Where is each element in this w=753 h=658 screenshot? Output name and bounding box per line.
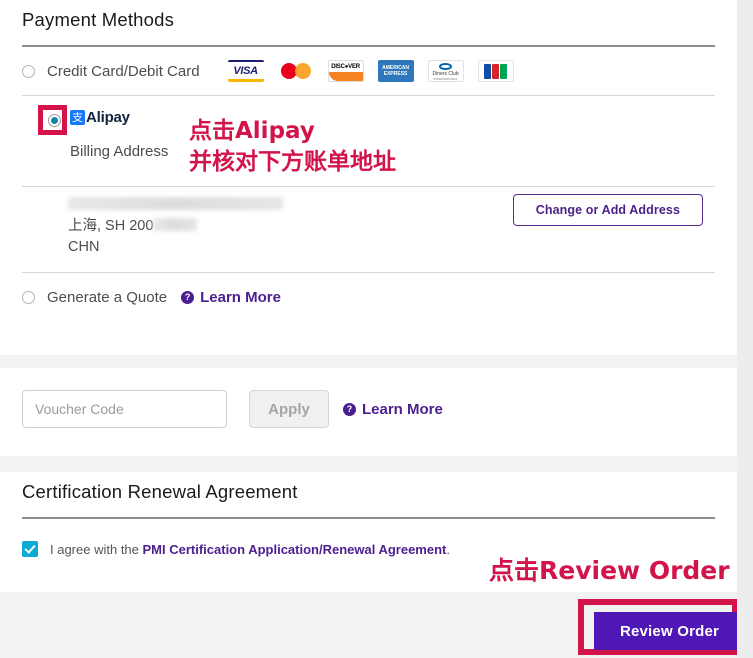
payment-option-generate-quote[interactable]: Generate a Quote ? Learn More: [22, 273, 715, 321]
redacted-name: [68, 197, 283, 210]
diners-club-icon: Diners Club INTERNATIONAL: [427, 60, 464, 82]
voucher-code-input[interactable]: [22, 390, 227, 428]
checkout-page: Payment Methods Credit Card/Debit Card V…: [0, 0, 745, 658]
billing-address-block: 上海, SH 200 CHN Change or Add Address: [22, 187, 715, 272]
mastercard-icon: [277, 60, 314, 82]
radio-generate-quote[interactable]: [22, 290, 35, 304]
page-right-gutter: [737, 0, 753, 658]
learn-more-label: Learn More: [362, 400, 443, 418]
annotation-line-2: 并核对下方账单地址: [189, 149, 396, 175]
learn-more-voucher[interactable]: ? Learn More: [343, 401, 443, 418]
help-icon: ?: [343, 402, 356, 416]
learn-more-label: Learn More: [200, 288, 281, 306]
apply-button[interactable]: Apply: [249, 390, 329, 428]
jcb-icon: [477, 60, 514, 82]
page-title: Payment Methods: [22, 9, 175, 30]
radio-credit-card[interactable]: [22, 64, 35, 78]
billing-address-label: Billing Address: [70, 143, 169, 160]
generate-quote-label: Generate a Quote: [47, 288, 168, 306]
redacted-postcode: [153, 218, 198, 231]
annotation-line-1: 点击Alipay: [189, 118, 315, 144]
annotation-click-review-order: 点击Review Order: [489, 556, 730, 585]
voucher-panel: Apply ? Learn More: [0, 368, 737, 456]
radio-alipay[interactable]: [48, 114, 61, 127]
amex-icon: AMERICAN EXPRESS: [377, 60, 414, 82]
payment-option-credit-card[interactable]: Credit Card/Debit Card VISA DISC●VER AME…: [22, 47, 715, 95]
change-or-add-address-button[interactable]: Change or Add Address: [512, 194, 703, 226]
alipay-mark-icon: 支: [70, 110, 85, 125]
visa-icon: VISA: [227, 60, 264, 82]
alipay-label: Alipay: [86, 109, 130, 126]
credit-card-label: Credit Card/Debit Card: [47, 62, 200, 80]
address-text: 上海, SH 200 CHN: [68, 195, 283, 258]
agreement-title: Certification Renewal Agreement: [22, 481, 298, 502]
alipay-logo: 支 Alipay: [70, 109, 130, 126]
agreement-link[interactable]: PMI Certification Application/Renewal Ag…: [143, 542, 447, 557]
address-line-3: CHN: [68, 239, 100, 255]
card-logos: VISA DISC●VER AMERICAN EXPRESS Diners Clu…: [227, 60, 514, 82]
annotation-click-alipay: 点击Alipay 并核对下方账单地址: [189, 116, 396, 178]
discover-icon: DISC●VER: [327, 60, 364, 82]
voucher-row: Apply ? Learn More: [22, 368, 715, 428]
address-line-1: [68, 195, 283, 216]
help-icon: ?: [181, 290, 195, 304]
review-order-button[interactable]: Review Order: [594, 612, 745, 650]
learn-more-quote[interactable]: ? Learn More: [181, 289, 281, 306]
address-line-2: 上海, SH 200: [68, 216, 283, 237]
agreement-text: I agree with the PMI Certification Appli…: [50, 541, 450, 557]
agreement-checkbox[interactable]: [22, 541, 38, 557]
